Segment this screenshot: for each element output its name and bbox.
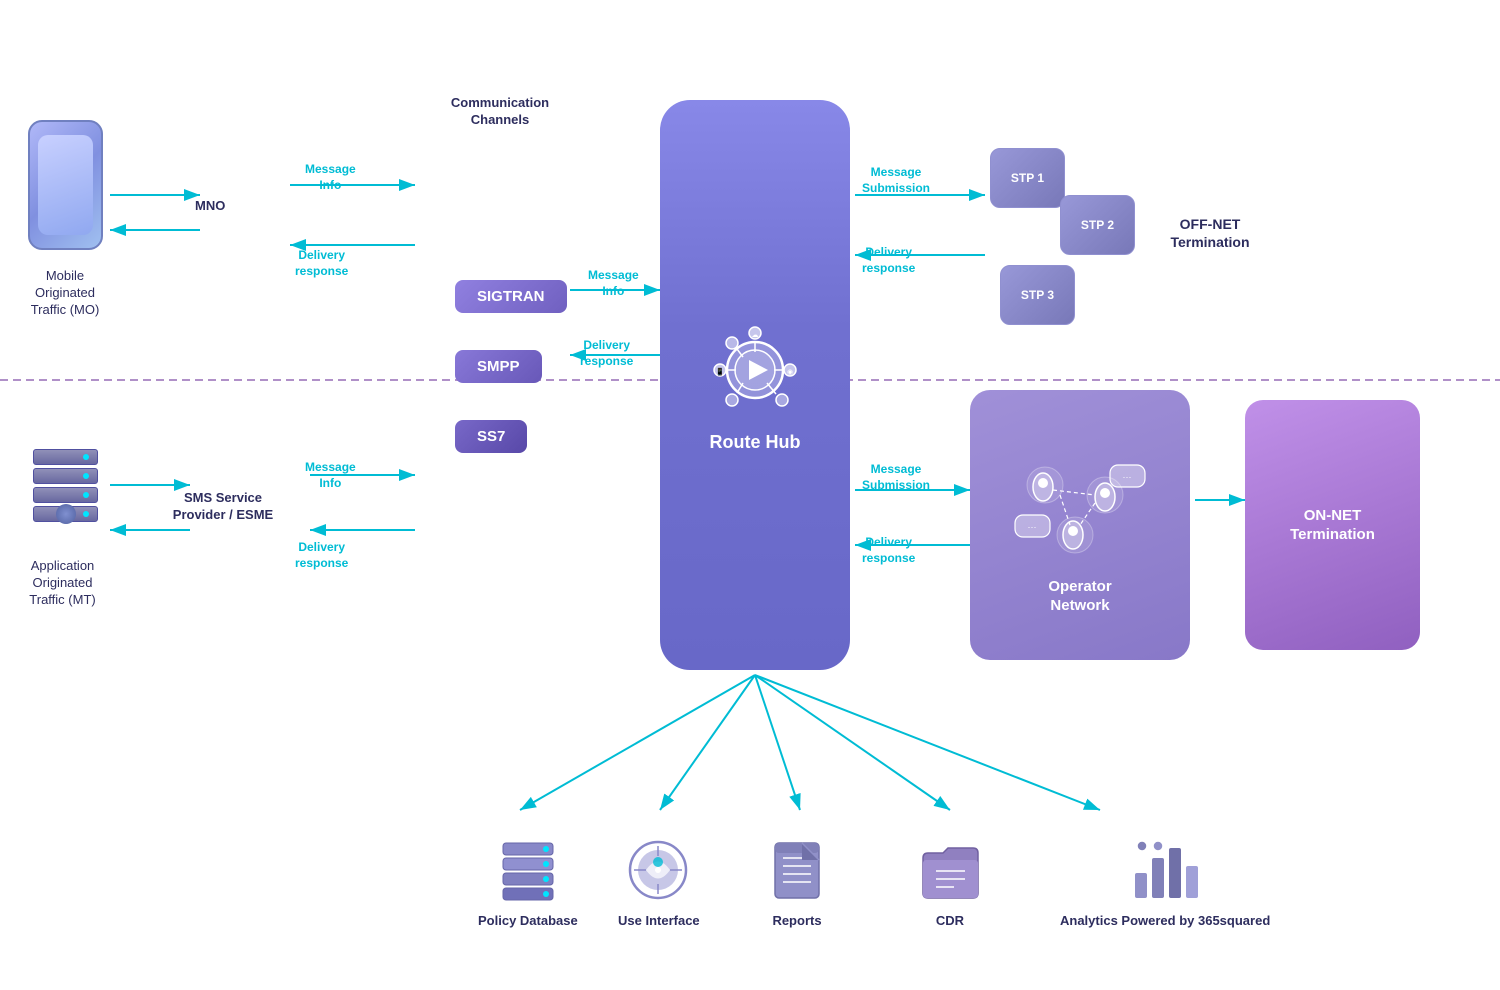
- server-rack-4: [33, 506, 98, 522]
- route-hub-icon: ☁ 📱 ◉: [700, 315, 810, 425]
- app-traffic-label: Application Originated Traffic (MT): [5, 558, 120, 609]
- ss7-badge: SS7: [455, 420, 527, 453]
- reports-section: Reports: [762, 838, 832, 930]
- stp3-box: STP 3: [1000, 265, 1075, 325]
- reports-label: Reports: [772, 913, 821, 930]
- phone-screen: [38, 135, 93, 235]
- delivery-resp-mo-label: Deliveryresponse: [295, 248, 348, 279]
- sms-provider-label: SMS ServiceProvider / ESME: [148, 490, 298, 524]
- msg-info-upper-label: MessageInfo: [588, 268, 639, 299]
- use-interface-icon: [624, 838, 694, 903]
- operator-map-icon: ··· ···: [1005, 435, 1155, 575]
- cdr-section: CDR: [915, 838, 985, 930]
- delivery-resp-mt-label: Deliveryresponse: [295, 540, 348, 571]
- use-interface-section: Use Interface: [618, 838, 700, 930]
- main-diagram: Mobile Originated Traffic (MO) MNO Messa…: [0, 0, 1500, 990]
- analytics-icon: [1130, 838, 1200, 903]
- svg-text:···: ···: [1028, 522, 1037, 532]
- stp2-box: STP 2: [1060, 195, 1135, 255]
- policy-db-label: Policy Database: [478, 913, 578, 930]
- analytics-section: Analytics Powered by 365squared: [1060, 838, 1270, 930]
- operator-network-box: ··· ··· OperatorNetwork: [970, 390, 1190, 660]
- route-hub-label: Route Hub: [710, 431, 801, 454]
- server-rack-2: [33, 468, 98, 484]
- msg-info-mo-label: MessageInfo: [305, 162, 356, 193]
- policy-db-icon: [493, 838, 563, 903]
- delivery-resp-op-label: Deliveryresponse: [862, 535, 915, 566]
- cdr-icon: [915, 838, 985, 903]
- cdr-label: CDR: [936, 913, 964, 930]
- mno-label: MNO: [195, 198, 225, 215]
- svg-text:◉: ◉: [787, 369, 793, 376]
- route-hub-box: ☁ 📱 ◉ Route Hub: [660, 100, 850, 670]
- stp1-box: STP 1: [990, 148, 1065, 208]
- server-rack-3: [33, 487, 98, 503]
- msg-submission-upper-label: MessageSubmission: [862, 165, 930, 196]
- msg-submission-lower-label: MessageSubmission: [862, 462, 930, 493]
- onnet-label: ON-NETTermination: [1290, 506, 1375, 545]
- delivery-resp-stp-label: Deliveryresponse: [862, 245, 915, 276]
- mobile-traffic-label: Mobile Originated Traffic (MO): [10, 268, 120, 319]
- app-server-icon: [28, 430, 103, 540]
- sigtran-badge: SIGTRAN: [455, 280, 567, 313]
- operator-network-label: OperatorNetwork: [1048, 577, 1111, 616]
- offnet-label: OFF-NETTermination: [1150, 215, 1270, 251]
- msg-info-mt-label: MessageInfo: [305, 460, 356, 491]
- svg-text:···: ···: [1123, 472, 1132, 482]
- smpp-badge: SMPP: [455, 350, 542, 383]
- onnet-box: ON-NETTermination: [1245, 400, 1420, 650]
- comm-channels-title: CommunicationChannels: [430, 95, 570, 129]
- policy-db-section: Policy Database: [478, 838, 578, 930]
- use-interface-label: Use Interface: [618, 913, 700, 930]
- svg-text:📱: 📱: [716, 367, 725, 376]
- analytics-label: Analytics Powered by 365squared: [1060, 913, 1270, 930]
- mobile-phone-icon: [28, 120, 103, 250]
- svg-text:☁: ☁: [752, 332, 759, 339]
- delivery-resp-upper-label: Deliveryresponse: [580, 338, 633, 369]
- server-rack-1: [33, 449, 98, 465]
- reports-icon: [762, 838, 832, 903]
